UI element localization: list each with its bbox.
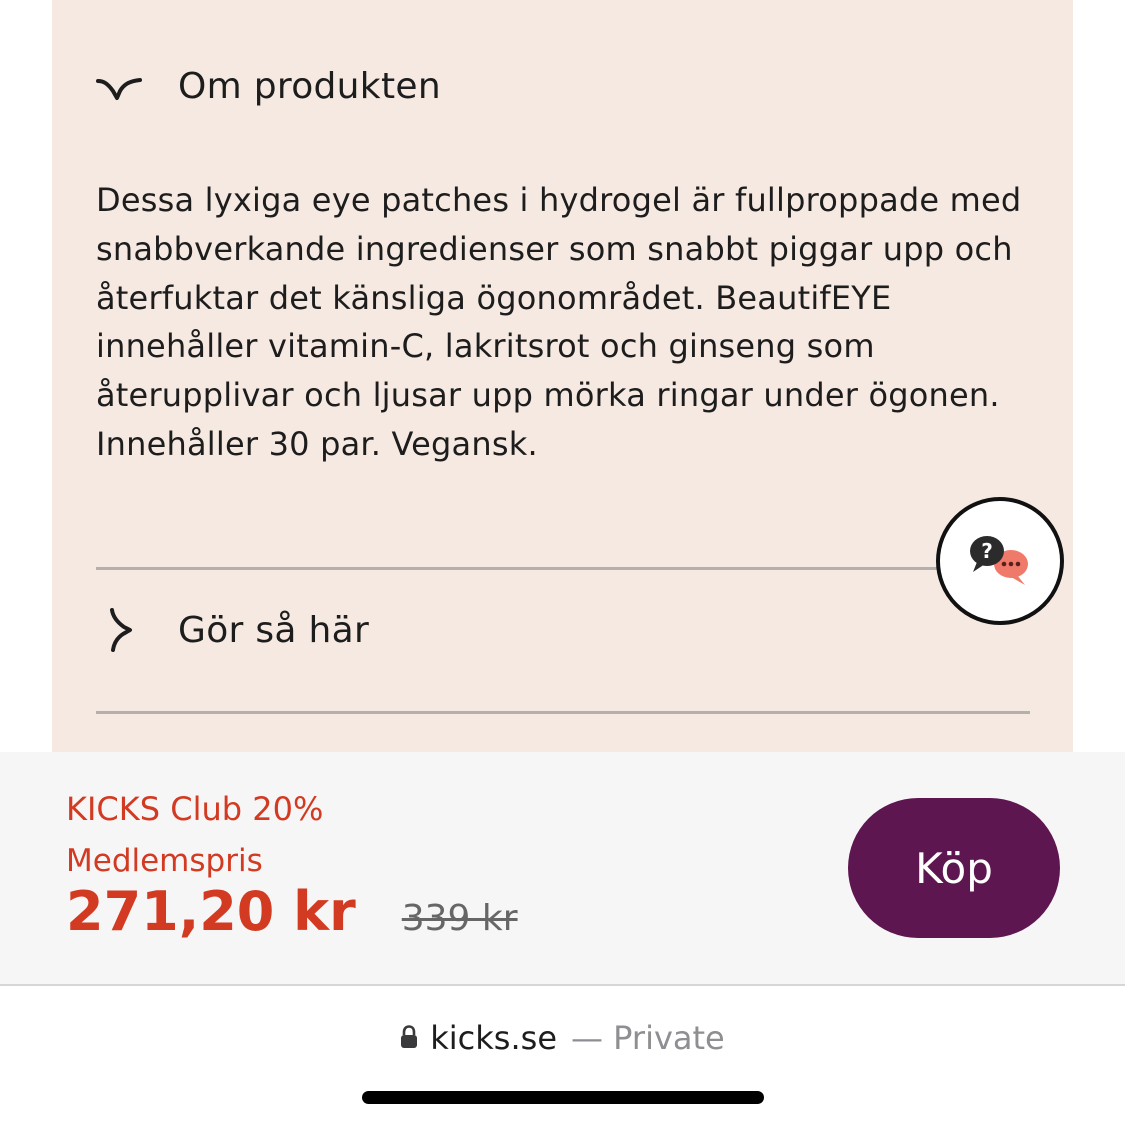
accordion-howto-title: Gör så här [178,609,370,651]
help-chat-icon: ? [967,529,1033,593]
browser-address-bar[interactable]: kicks.se — Private [0,986,1125,1124]
chevron-right-icon [96,607,142,653]
url-domain: kicks.se [430,1019,557,1057]
accordion-divider [96,567,1030,570]
member-price-label: Medlemspris [66,843,263,879]
buy-button[interactable]: Köp [848,798,1060,938]
product-info-panel: Om produkten Dessa lyxiga eye patches i … [52,0,1073,752]
original-price: 339 kr [401,898,518,939]
private-mode-label: — Private [571,1019,725,1057]
help-chat-button[interactable]: ? [936,497,1064,625]
product-description: Dessa lyxiga eye patches i hydrogel är f… [96,181,1022,463]
lock-icon [400,1019,418,1057]
price-row: 271,20 kr 339 kr [66,880,518,943]
question-mark-glyph: ? [981,539,993,563]
accordion-about-header[interactable]: Om produkten [96,60,441,112]
chevron-down-icon [96,63,142,109]
url-display[interactable]: kicks.se — Private [0,1019,1125,1057]
home-indicator[interactable] [362,1091,764,1104]
accordion-divider [96,711,1030,714]
product-page: Om produkten Dessa lyxiga eye patches i … [0,0,1125,1124]
purchase-bar: KICKS Club 20% Medlemspris 271,20 kr 339… [0,752,1125,986]
club-discount-label: KICKS Club 20% [66,790,324,828]
accordion-about-title: Om produkten [178,65,441,107]
member-price: 271,20 kr [66,880,356,943]
accordion-howto-header[interactable]: Gör så här [96,603,369,657]
